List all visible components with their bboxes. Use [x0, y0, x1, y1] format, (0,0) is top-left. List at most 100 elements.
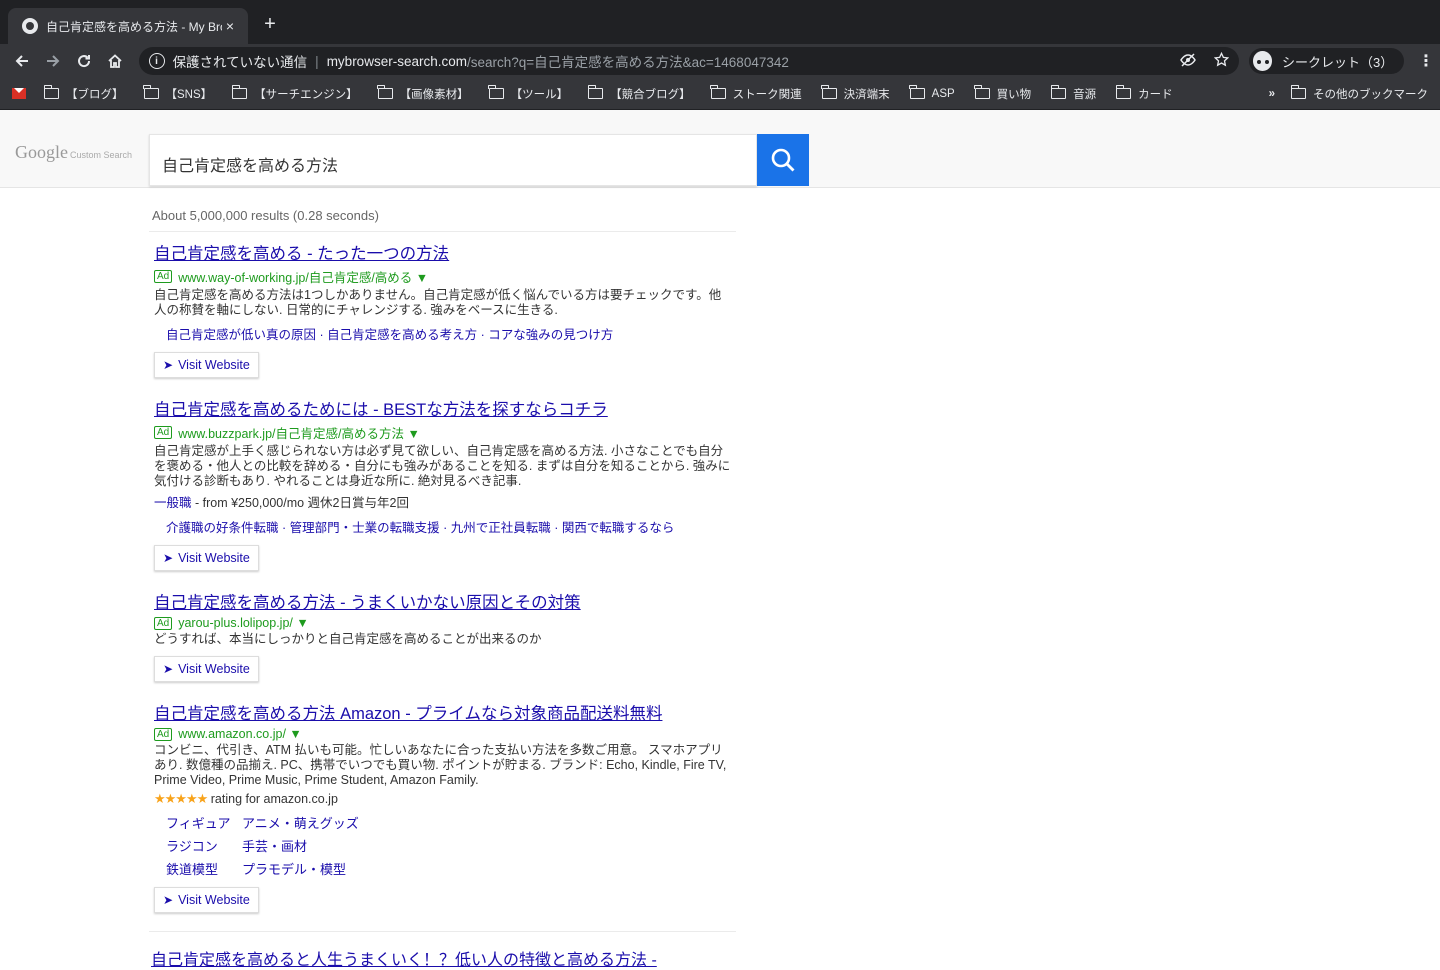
ad-description: どうすれば、本当にしっかりと自己肯定感を高めることが出来るのか [154, 632, 731, 647]
browser-toolbar: i 保護されていない通信 | mybrowser-search.com /sea… [0, 44, 1440, 78]
new-tab-button[interactable]: + [260, 12, 280, 36]
ad-description: コンビニ、代引き、ATM 払いも可能。忙しいあなたに合った支払い方法を多数ご用意… [154, 743, 731, 788]
bookmark-item[interactable]: 【競合ブログ】 [588, 86, 691, 102]
category-link[interactable]: 鉄道模型 [166, 859, 242, 878]
ad-result: 自己肯定感を高める - たった一つの方法 Ad www.way-of-worki… [149, 232, 736, 378]
bookmark-item[interactable]: 音源 [1051, 86, 1096, 102]
page-content: GoogleCustom Search 自己肯定感を高める方法 About 5,… [0, 110, 1440, 900]
url-separator: | [315, 54, 319, 69]
category-link[interactable]: 手芸・画材 [242, 836, 731, 855]
bookmark-item[interactable]: カード [1116, 86, 1173, 102]
search-header: GoogleCustom Search 自己肯定感を高める方法 [0, 110, 1440, 188]
price-link[interactable]: 一般職 [154, 496, 192, 510]
folder-icon [822, 88, 837, 99]
bookmark-item[interactable]: 【SNS】 [144, 86, 213, 102]
ad-result: 自己肯定感を高めるためには - BESTな方法を探すならコチラ Ad www.b… [149, 378, 736, 571]
ad-badge: Ad [154, 270, 172, 283]
security-label: 保護されていない通信 [173, 51, 308, 71]
organic-result-title[interactable]: 自己肯定感を高めると人生うまくいく！？低い人の特徴と高める方法 - [149, 932, 736, 970]
reload-button[interactable] [68, 47, 99, 75]
folder-icon [910, 88, 925, 99]
category-link[interactable]: アニメ・萌えグッズ [242, 813, 731, 832]
globe-icon [22, 18, 38, 34]
category-link[interactable]: フィギュア [166, 813, 242, 832]
bookmark-item[interactable]: 【ツール】 [489, 86, 569, 102]
incognito-label: シークレット（3） [1282, 52, 1390, 71]
category-link[interactable]: ラジコン [166, 836, 242, 855]
bookmark-item[interactable]: 【ブログ】 [44, 86, 124, 102]
ad-url-line: Ad www.amazon.co.jp/ ▼ [154, 727, 731, 741]
ad-display-url[interactable]: www.amazon.co.jp/ ▼ [178, 727, 302, 741]
search-button[interactable] [757, 134, 809, 186]
category-link[interactable]: プラモデル・模型 [242, 859, 731, 878]
tab-strip: 自己肯定感を高める方法 - My Brow × + [0, 0, 1440, 44]
ad-badge: Ad [154, 617, 172, 630]
bookmark-item[interactable]: 【画像素材】 [378, 86, 469, 102]
results-list: About 5,000,000 results (0.28 seconds) 自… [149, 208, 736, 970]
gmail-icon[interactable] [12, 88, 26, 99]
ad-title-link[interactable]: 自己肯定感を高める方法 - うまくいかない原因とその対策 [154, 589, 731, 613]
result-stats: About 5,000,000 results (0.28 seconds) [149, 208, 736, 232]
bookmark-item[interactable]: ストーク関連 [711, 86, 802, 102]
arrow-right-icon: ➤ [163, 551, 173, 565]
search-icon [770, 147, 796, 173]
address-bar[interactable]: i 保護されていない通信 | mybrowser-search.com /sea… [139, 47, 1239, 75]
bookmark-item[interactable]: ASP [910, 88, 955, 100]
ad-description: 自己肯定感が上手く感じられない方は必ず見て欲しい、自己肯定感を高める方法. 小さ… [154, 444, 731, 489]
forward-button[interactable] [37, 47, 68, 75]
folder-icon [588, 88, 603, 99]
ad-display-url[interactable]: www.way-of-working.jp/自己肯定感/高める ▼ [178, 267, 428, 286]
ad-title-link[interactable]: 自己肯定感を高める方法 Amazon - プライムなら対象商品配送料無料 [154, 700, 731, 724]
bookmark-item[interactable]: 【サーチエンジン】 [232, 86, 358, 102]
back-arrow-icon [14, 53, 30, 69]
folder-icon [378, 88, 393, 99]
info-icon[interactable]: i [149, 53, 165, 69]
bookmarks-overflow-icon[interactable]: » [1269, 88, 1275, 100]
folder-icon [711, 88, 726, 99]
folder-icon [1051, 88, 1066, 99]
visit-website-button[interactable]: ➤Visit Website [154, 545, 259, 571]
ad-title-link[interactable]: 自己肯定感を高めるためには - BESTな方法を探すならコチラ [154, 396, 731, 420]
home-button[interactable] [99, 47, 130, 75]
search-input[interactable]: 自己肯定感を高める方法 [149, 134, 757, 186]
visit-website-button[interactable]: ➤Visit Website [154, 887, 259, 913]
ad-result: 自己肯定感を高める方法 - うまくいかない原因とその対策 Ad yarou-pl… [149, 571, 736, 682]
visit-website-button[interactable]: ➤Visit Website [154, 352, 259, 378]
tab-title: 自己肯定感を高める方法 - My Brow [46, 18, 222, 35]
incognito-button[interactable]: シークレット（3） [1249, 48, 1404, 74]
rating-stars-icon: ★★★★★ [154, 791, 207, 806]
ad-sitelinks[interactable]: 自己肯定感が低い真の原因 · 自己肯定感を高める考え方 · コアな強みの見つけ方 [166, 324, 731, 343]
eye-off-icon[interactable] [1180, 53, 1196, 70]
ad-url-line: Ad www.buzzpark.jp/自己肯定感/高める方法 ▼ [154, 423, 731, 442]
star-bookmark-icon[interactable] [1214, 52, 1229, 70]
ad-description: 自己肯定感を高める方法は1つしかありません。自己肯定感が低く悩んでいる方は要チェ… [154, 288, 731, 318]
url-path: /search?q=自己肯定感を高める方法&ac=1468047342 [467, 51, 789, 71]
folder-icon [1291, 88, 1306, 99]
ad-title-link[interactable]: 自己肯定感を高める - たった一つの方法 [154, 240, 731, 264]
ad-price-extension: 一般職 - from ¥250,000/mo 週休2日賞与年2回 [154, 492, 731, 511]
ad-display-url[interactable]: www.buzzpark.jp/自己肯定感/高める方法 ▼ [178, 423, 420, 442]
back-button[interactable] [6, 47, 37, 75]
ad-badge: Ad [154, 426, 172, 439]
visit-website-button[interactable]: ➤Visit Website [154, 656, 259, 682]
ad-result: 自己肯定感を高める方法 Amazon - プライムなら対象商品配送料無料 Ad … [149, 682, 736, 913]
ad-sitelinks[interactable]: 介護職の好条件転職 · 管理部門・士業の転職支援 · 九州で正社員転職 · 関西… [166, 517, 731, 536]
ad-url-line: Ad www.way-of-working.jp/自己肯定感/高める ▼ [154, 267, 731, 286]
bookmarks-bar: 【ブログ】 【SNS】 【サーチエンジン】 【画像素材】 【ツール】 【競合ブロ… [0, 78, 1440, 110]
reload-icon [76, 53, 92, 69]
arrow-right-icon: ➤ [163, 662, 173, 676]
ad-category-links: フィギュア アニメ・萌えグッズ ラジコン 手芸・画材 鉄道模型 プラモデル・模型 [166, 813, 731, 878]
ad-display-url[interactable]: yarou-plus.lolipop.jp/ ▼ [178, 616, 309, 630]
url-host: mybrowser-search.com [327, 54, 467, 69]
arrow-right-icon: ➤ [163, 893, 173, 907]
browser-tab[interactable]: 自己肯定感を高める方法 - My Brow × [8, 8, 248, 44]
close-tab-icon[interactable]: × [222, 18, 238, 34]
other-bookmarks[interactable]: その他のブックマーク [1291, 86, 1428, 102]
menu-kebab-icon[interactable]: ⋮ [1418, 51, 1434, 71]
folder-icon [489, 88, 504, 99]
folder-icon [44, 88, 59, 99]
incognito-icon [1253, 51, 1272, 71]
bookmark-item[interactable]: 決済端末 [822, 86, 890, 102]
bookmark-item[interactable]: 買い物 [975, 86, 1032, 102]
folder-icon [144, 88, 159, 99]
